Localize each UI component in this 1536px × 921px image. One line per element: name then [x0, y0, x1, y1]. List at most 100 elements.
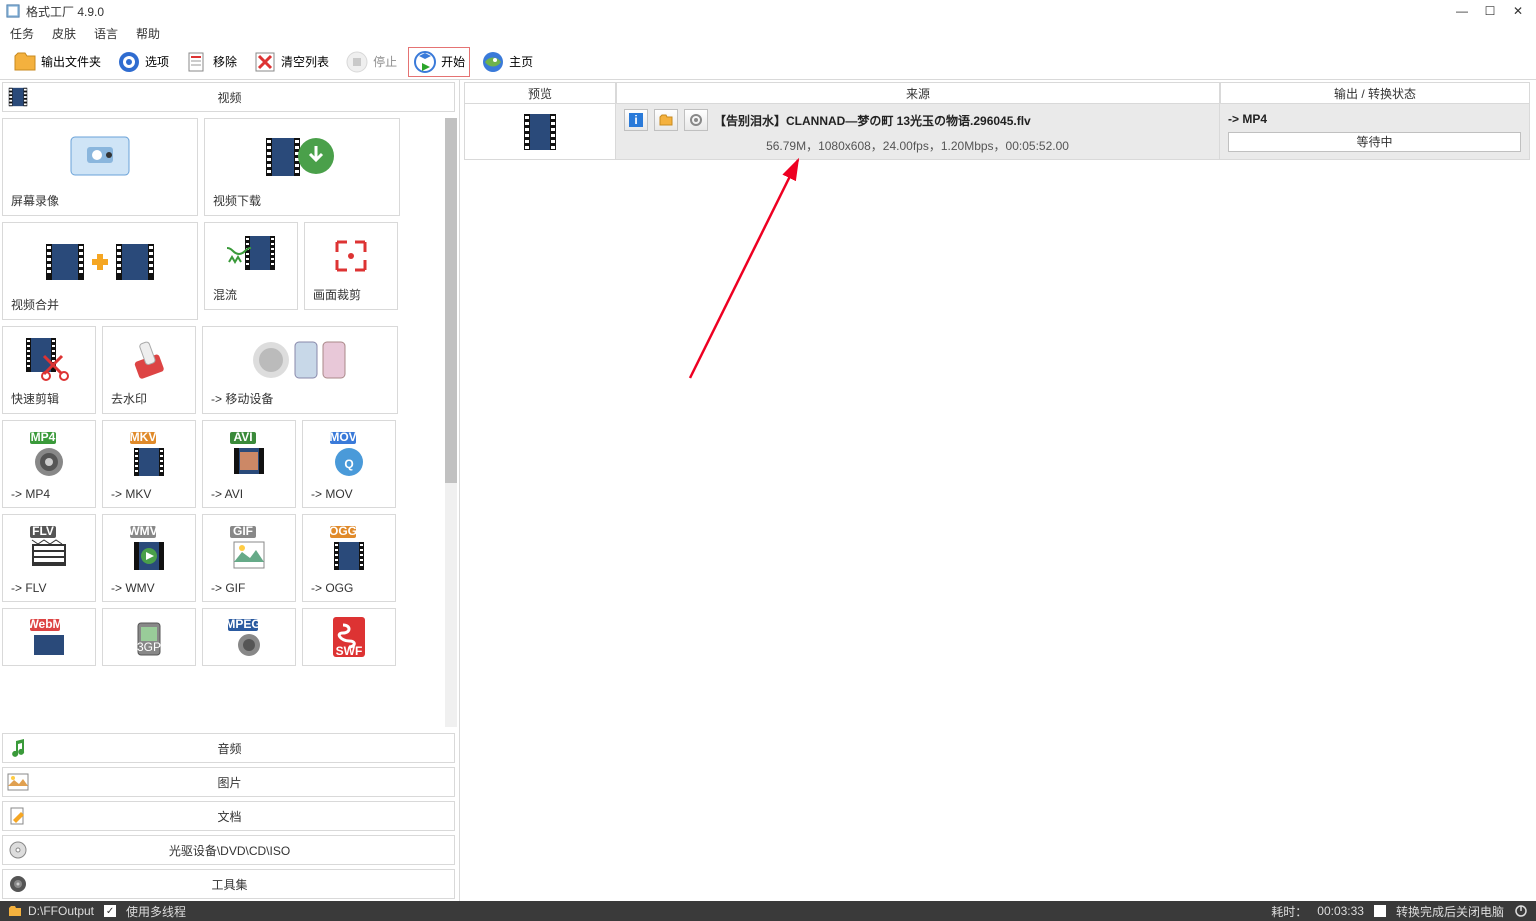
open-folder-button[interactable] — [654, 109, 678, 131]
th-preview[interactable]: 预览 — [464, 82, 616, 104]
options-button[interactable]: 选项 — [112, 47, 174, 77]
category-toolset-label: 工具集 — [31, 876, 428, 893]
disc-icon — [5, 837, 31, 863]
menu-skin[interactable]: 皮肤 — [52, 25, 76, 42]
left-panel: 视频 屏幕录像 视频下载 视频合并 — [0, 80, 460, 901]
tile-to-webm[interactable]: WebM — [2, 608, 96, 666]
svg-text:MKV: MKV — [130, 430, 157, 444]
tile-to-flv[interactable]: FLV -> FLV — [2, 514, 96, 602]
homepage-button[interactable]: 主页 — [476, 47, 538, 77]
svg-text:AVI: AVI — [233, 430, 252, 444]
remove-button[interactable]: 移除 — [180, 47, 242, 77]
svg-text:WebM: WebM — [27, 617, 62, 631]
settings-button[interactable] — [684, 109, 708, 131]
tile-quick-cut-label: 快速剪辑 — [11, 390, 59, 407]
category-rom-header[interactable]: 光驱设备\DVD\CD\ISO — [2, 835, 455, 865]
folder-icon — [8, 905, 22, 917]
output-folder-button[interactable]: 输出文件夹 — [8, 47, 106, 77]
menu-task[interactable]: 任务 — [10, 25, 34, 42]
svg-text:FLV: FLV — [32, 524, 54, 538]
gear-icon — [5, 871, 31, 897]
info-button[interactable]: i — [624, 109, 648, 131]
svg-text:MP4: MP4 — [31, 430, 56, 444]
task-row[interactable]: i 【告别泪水】CLANNAD—梦の町 13光玉の物语.296045.flv 5… — [464, 104, 1530, 160]
tile-to-mov[interactable]: MOVQ -> MOV — [302, 420, 396, 508]
category-document-header[interactable]: 文档 — [2, 801, 455, 831]
tile-to-wmv-label: -> WMV — [111, 581, 155, 595]
category-audio-label: 音频 — [31, 740, 428, 757]
tile-crop[interactable]: 画面裁剪 — [304, 222, 398, 310]
menu-help[interactable]: 帮助 — [136, 25, 160, 42]
tile-to-mkv[interactable]: MKV -> MKV — [102, 420, 196, 508]
tile-to-mpeg[interactable]: MPEG — [202, 608, 296, 666]
category-audio-header[interactable]: 音频 — [2, 733, 455, 763]
tile-to-ogg-label: -> OGG — [311, 581, 353, 595]
film-icon — [5, 84, 31, 110]
tile-to-ogg[interactable]: OGG -> OGG — [302, 514, 396, 602]
tile-video-download[interactable]: 视频下载 — [204, 118, 400, 216]
tile-to-mp4-label: -> MP4 — [11, 487, 50, 501]
tile-to-avi-label: -> AVI — [211, 487, 243, 501]
td-preview — [464, 104, 616, 160]
tile-mux-label: 混流 — [213, 286, 237, 303]
tile-to-swf[interactable]: SWF — [302, 608, 396, 666]
start-button[interactable]: 开始 — [408, 47, 470, 77]
category-toolset-header[interactable]: 工具集 — [2, 869, 455, 899]
svg-text:OGG: OGG — [329, 524, 357, 538]
svg-text:i: i — [634, 113, 637, 127]
tile-remove-watermark[interactable]: 去水印 — [102, 326, 196, 414]
svg-text:WMV: WMV — [128, 524, 157, 538]
menu-bar: 任务 皮肤 语言 帮助 — [0, 22, 1536, 44]
shutdown-checkbox[interactable] — [1374, 905, 1386, 917]
tile-to-avi[interactable]: AVI -> AVI — [202, 420, 296, 508]
menu-language[interactable]: 语言 — [94, 25, 118, 42]
clear-list-button[interactable]: 清空列表 — [248, 47, 334, 77]
close-button[interactable]: ✕ — [1506, 2, 1530, 20]
clear-list-label: 清空列表 — [281, 53, 329, 70]
left-scrollbar[interactable] — [445, 118, 457, 727]
tile-remove-watermark-label: 去水印 — [111, 390, 147, 407]
category-rom-label: 光驱设备\DVD\CD\ISO — [31, 842, 428, 859]
tile-to-mp4[interactable]: MP4 -> MP4 — [2, 420, 96, 508]
th-source[interactable]: 来源 — [616, 82, 1220, 104]
power-icon — [1514, 904, 1528, 918]
stop-label: 停止 — [373, 53, 397, 70]
maximize-button[interactable]: ☐ — [1478, 2, 1502, 20]
tile-quick-cut[interactable]: 快速剪辑 — [2, 326, 96, 414]
svg-text:MPEG: MPEG — [225, 617, 260, 631]
tile-video-merge[interactable]: 视频合并 — [2, 222, 198, 320]
category-image-header[interactable]: 图片 — [2, 767, 455, 797]
film-thumbnail-icon — [522, 112, 558, 152]
options-label: 选项 — [145, 53, 169, 70]
output-status: 等待中 — [1228, 132, 1521, 152]
document-icon — [5, 803, 31, 829]
minimize-button[interactable]: — — [1450, 2, 1474, 20]
tile-to-mov-label: -> MOV — [311, 487, 353, 501]
elapsed-label: 耗时： — [1271, 903, 1307, 920]
tile-screen-record[interactable]: 屏幕录像 — [2, 118, 198, 216]
source-info: 56.79M，1080x608，24.00fps，1.20Mbps，00:05:… — [766, 137, 1069, 154]
tile-to-gif[interactable]: GIF -> GIF — [202, 514, 296, 602]
output-path[interactable]: D:\FFOutput — [28, 904, 94, 918]
tile-to-flv-label: -> FLV — [11, 581, 46, 595]
category-document-label: 文档 — [31, 808, 428, 825]
svg-text:SWF: SWF — [336, 644, 363, 658]
tile-to-mobile[interactable]: -> 移动设备 — [202, 326, 398, 414]
output-folder-label: 输出文件夹 — [41, 53, 101, 70]
tile-screen-record-label: 屏幕录像 — [11, 192, 59, 209]
th-output[interactable]: 输出 / 转换状态 — [1220, 82, 1530, 104]
title-bar: 格式工厂 4.9.0 — ☐ ✕ — [0, 0, 1536, 22]
tile-to-3gp[interactable]: 3GP — [102, 608, 196, 666]
app-icon — [6, 4, 20, 18]
stop-button[interactable]: 停止 — [340, 47, 402, 77]
tile-to-mobile-label: -> 移动设备 — [211, 390, 273, 407]
tile-to-wmv[interactable]: WMV -> WMV — [102, 514, 196, 602]
output-format-label: -> MP4 — [1228, 112, 1521, 126]
multithread-checkbox[interactable]: ✓ — [104, 905, 116, 917]
homepage-label: 主页 — [509, 53, 533, 70]
tile-to-gif-label: -> GIF — [211, 581, 245, 595]
category-video-header[interactable]: 视频 — [2, 82, 455, 112]
tile-mux[interactable]: 混流 — [204, 222, 298, 310]
td-source: i 【告别泪水】CLANNAD—梦の町 13光玉の物语.296045.flv 5… — [616, 104, 1220, 160]
tile-video-merge-label: 视频合并 — [11, 296, 59, 313]
